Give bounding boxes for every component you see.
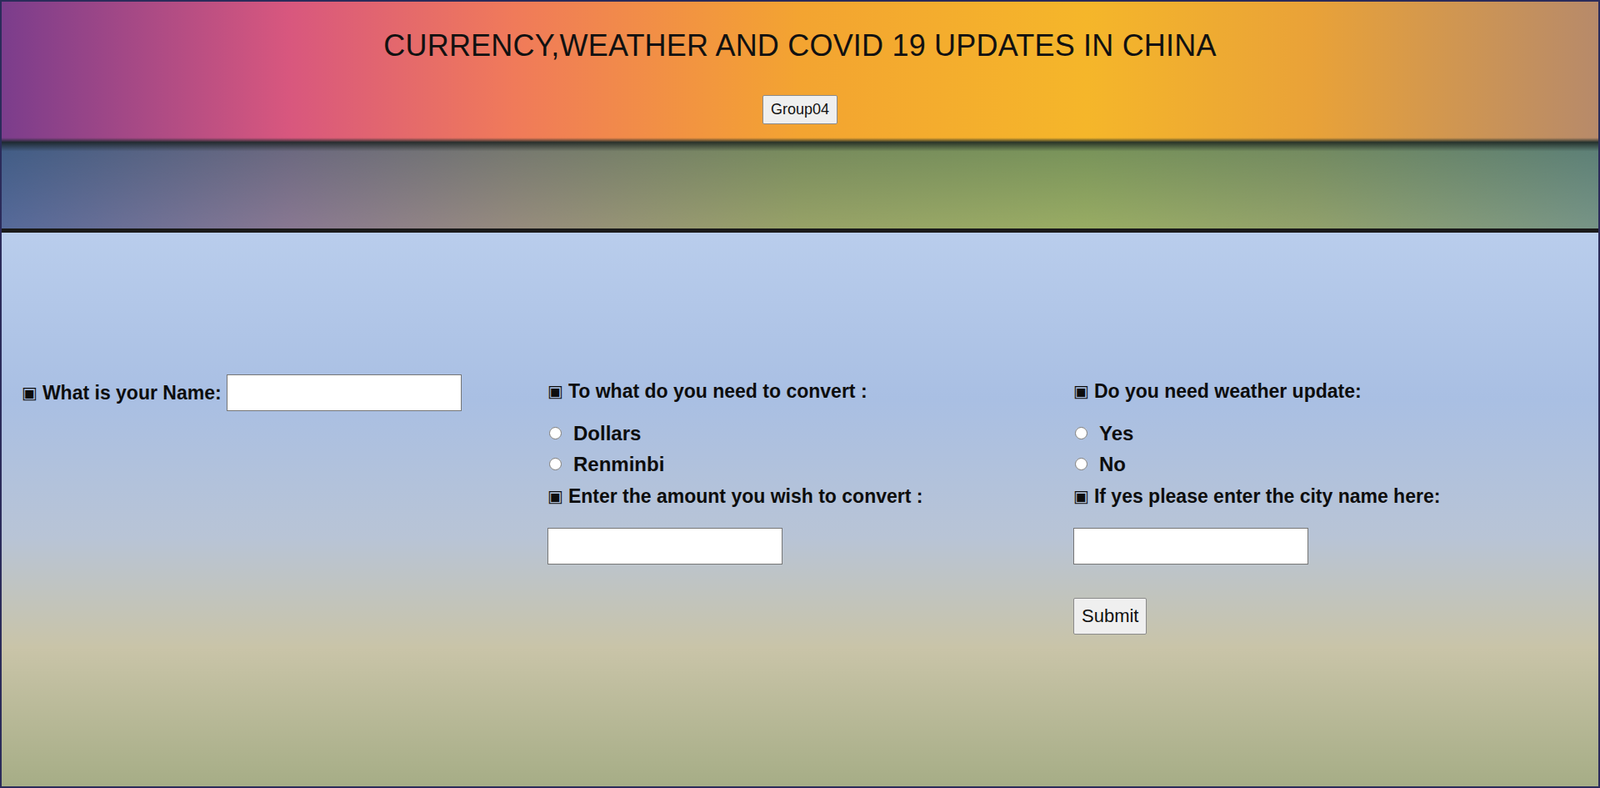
radio-button[interactable] <box>549 426 562 440</box>
radio-group: DollarsRenminbi <box>547 407 665 480</box>
amount-input[interactable] <box>547 527 783 565</box>
square-bullet-icon: ▣ <box>21 382 38 403</box>
form: ▣What is your Name: ▣To what do you need … <box>1 232 1599 786</box>
page-title: CURRENCY,WEATHER AND COVID 19 UPDATES IN… <box>383 28 1216 64</box>
square-bullet-icon: ▣ <box>1073 380 1090 401</box>
name-row: ▣What is your Name: <box>21 374 462 411</box>
radio-option[interactable]: Renminbi <box>547 448 665 480</box>
square-bullet-icon: ▣ <box>1073 485 1090 506</box>
weather-column: ▣Do you need weather update:YesNo▣If yes… <box>1073 374 1599 635</box>
radio-option[interactable]: Dollars <box>547 417 665 449</box>
radio-option[interactable]: Yes <box>1073 417 1134 449</box>
currency-label: ▣To what do you need to convert : <box>547 374 868 408</box>
currency-column: ▣To what do you need to convert :Dollars… <box>547 374 1074 565</box>
radio-button[interactable] <box>1075 426 1088 440</box>
name-input[interactable] <box>226 374 462 411</box>
group-button[interactable]: Group04 <box>762 95 838 125</box>
submit-button[interactable]: Submit <box>1073 597 1147 635</box>
radio-group: YesNo <box>1073 407 1134 480</box>
city-label: ▣If yes please enter the city name here: <box>1073 479 1440 513</box>
radio-button[interactable] <box>549 457 562 470</box>
square-bullet-icon: ▣ <box>547 380 564 401</box>
name-label: ▣What is your Name: <box>21 375 222 410</box>
city-input[interactable] <box>1073 527 1309 565</box>
page: CURRENCY,WEATHER AND COVID 19 UPDATES IN… <box>0 0 1600 788</box>
square-bullet-icon: ▣ <box>547 485 564 506</box>
radio-option[interactable]: No <box>1073 448 1134 480</box>
amount-label: ▣Enter the amount you wish to convert : <box>547 479 923 513</box>
weather-label: ▣Do you need weather update: <box>1073 374 1362 408</box>
name-column: ▣What is your Name: <box>21 374 548 411</box>
radio-button[interactable] <box>1075 457 1088 470</box>
header: CURRENCY,WEATHER AND COVID 19 UPDATES IN… <box>1 1 1599 233</box>
